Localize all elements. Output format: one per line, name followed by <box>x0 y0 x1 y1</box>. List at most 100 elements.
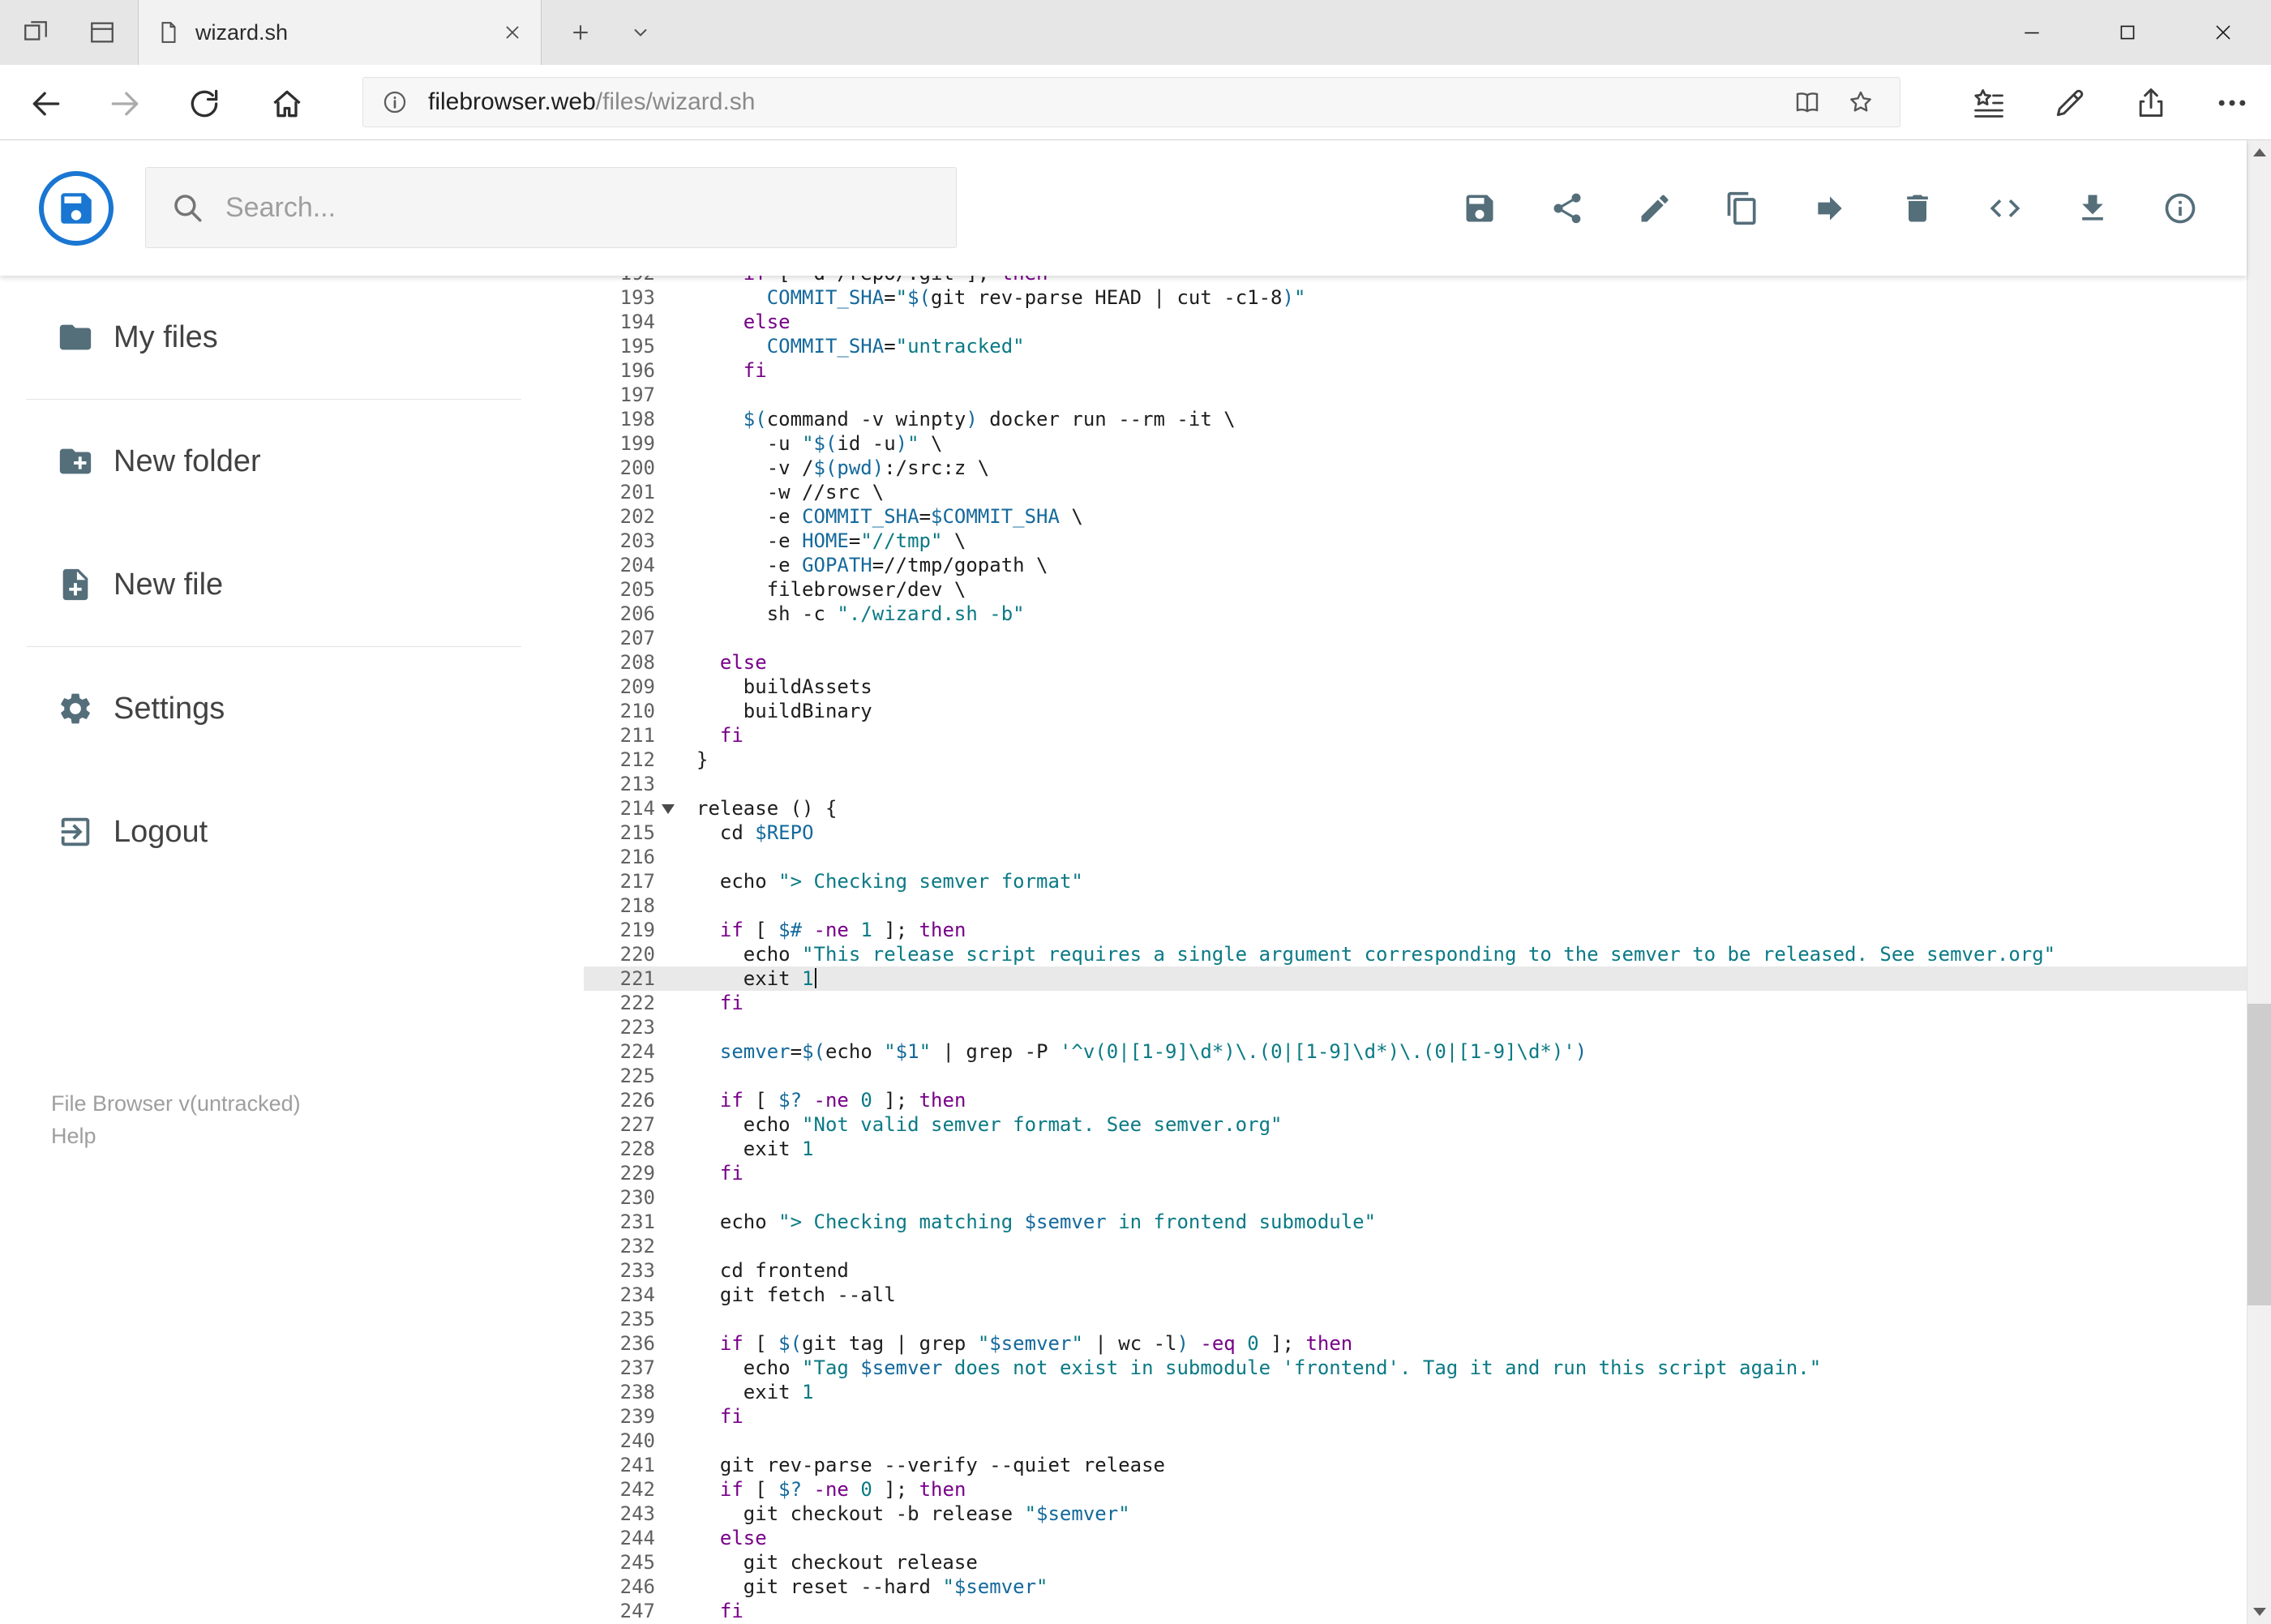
code-line-192[interactable]: 192 if [ -d /repo/.git ]; then <box>584 276 2247 285</box>
code-line-240[interactable]: 240 <box>584 1429 2247 1453</box>
site-info-icon[interactable] <box>381 88 409 116</box>
edit-button[interactable] <box>1637 191 1673 226</box>
code-line-217[interactable]: 217 echo "> Checking semver format" <box>584 869 2247 893</box>
code-line-214[interactable]: 214 release () { <box>584 796 2247 821</box>
code-line-213[interactable]: 213 <box>584 772 2247 796</box>
code-line-229[interactable]: 229 fi <box>584 1161 2247 1185</box>
help-link[interactable]: Help <box>51 1121 301 1151</box>
code-line-242[interactable]: 242 if [ $? -ne 0 ]; then <box>584 1477 2247 1502</box>
favorite-star-icon[interactable] <box>1846 88 1875 117</box>
code-line-200[interactable]: 200 -v /$(pwd):/src:z \ <box>584 456 2247 480</box>
code-line-205[interactable]: 205 filebrowser/dev \ <box>584 577 2247 602</box>
scrollbar-thumb[interactable] <box>2247 1004 2271 1305</box>
new-tab-button[interactable] <box>555 0 606 65</box>
copy-button[interactable] <box>1725 191 1760 226</box>
share-button[interactable] <box>1549 191 1585 226</box>
code-line-234[interactable]: 234 git fetch --all <box>584 1283 2247 1307</box>
code-line-210[interactable]: 210 buildBinary <box>584 699 2247 723</box>
forward-icon[interactable] <box>107 86 143 122</box>
code-line-219[interactable]: 219 if [ $# -ne 1 ]; then <box>584 918 2247 942</box>
search-input[interactable] <box>225 191 956 224</box>
home-icon[interactable] <box>269 86 305 122</box>
scroll-up-icon[interactable] <box>2247 140 2271 165</box>
code-line-202[interactable]: 202 -e COMMIT_SHA=$COMMIT_SHA \ <box>584 504 2247 529</box>
filebrowser-logo[interactable] <box>39 171 114 246</box>
code-line-227[interactable]: 227 echo "Not valid semver format. See s… <box>584 1112 2247 1137</box>
code-line-218[interactable]: 218 <box>584 893 2247 918</box>
code-line-225[interactable]: 225 <box>584 1064 2247 1088</box>
scroll-down-icon[interactable] <box>2247 1600 2271 1624</box>
code-line-201[interactable]: 201 -w //src \ <box>584 480 2247 504</box>
tab-list-chevron-icon[interactable] <box>616 0 665 65</box>
sidebar-item-settings[interactable]: Settings <box>0 647 580 770</box>
vertical-scrollbar[interactable] <box>2247 140 2271 1624</box>
code-line-241[interactable]: 241 git rev-parse --verify --quiet relea… <box>584 1453 2247 1477</box>
code-line-238[interactable]: 238 exit 1 <box>584 1380 2247 1404</box>
hub-favorites-icon[interactable] <box>1971 85 2007 121</box>
code-line-244[interactable]: 244 else <box>584 1526 2247 1550</box>
fold-marker-icon[interactable] <box>662 804 675 814</box>
browser-tab[interactable]: wizard.sh <box>138 0 542 65</box>
sidebar-item-new-file[interactable]: New file <box>0 523 580 646</box>
reading-view-icon[interactable] <box>1793 88 1822 117</box>
web-notes-pen-icon[interactable] <box>2052 85 2088 121</box>
code-line-247[interactable]: 247 fi <box>584 1599 2247 1623</box>
code-button[interactable] <box>1987 191 2023 226</box>
code-line-232[interactable]: 232 <box>584 1234 2247 1258</box>
code-editor[interactable]: 192 if [ -d /repo/.git ]; then193 COMMIT… <box>584 276 2247 1624</box>
tabs-set-aside-icon[interactable] <box>15 11 57 54</box>
refresh-icon[interactable] <box>186 86 222 122</box>
code-line-216[interactable]: 216 <box>584 845 2247 869</box>
code-line-226[interactable]: 226 if [ $? -ne 0 ]; then <box>584 1088 2247 1112</box>
code-line-209[interactable]: 209 buildAssets <box>584 675 2247 699</box>
code-line-228[interactable]: 228 exit 1 <box>584 1137 2247 1161</box>
more-menu-icon[interactable] <box>2214 85 2250 121</box>
code-line-212[interactable]: 212} <box>584 748 2247 772</box>
code-line-222[interactable]: 222 fi <box>584 991 2247 1015</box>
code-line-221[interactable]: 221 exit 1 <box>584 966 2247 991</box>
code-line-231[interactable]: 231 echo "> Checking matching $semver in… <box>584 1210 2247 1234</box>
download-button[interactable] <box>2075 191 2110 226</box>
close-button[interactable] <box>2175 0 2271 65</box>
code-line-243[interactable]: 243 git checkout -b release "$semver" <box>584 1502 2247 1526</box>
code-line-198[interactable]: 198 $(command -v winpty) docker run --rm… <box>584 407 2247 431</box>
tabs-preview-icon[interactable] <box>81 11 123 54</box>
code-line-206[interactable]: 206 sh -c "./wizard.sh -b" <box>584 602 2247 626</box>
code-line-199[interactable]: 199 -u "$(id -u)" \ <box>584 431 2247 456</box>
code-line-233[interactable]: 233 cd frontend <box>584 1258 2247 1283</box>
code-line-235[interactable]: 235 <box>584 1307 2247 1331</box>
tab-close-icon[interactable] <box>502 22 523 43</box>
delete-button[interactable] <box>1900 191 1935 226</box>
info-button[interactable] <box>2162 191 2198 226</box>
code-line-223[interactable]: 223 <box>584 1015 2247 1039</box>
code-line-204[interactable]: 204 -e GOPATH=//tmp/gopath \ <box>584 553 2247 577</box>
code-line-224[interactable]: 224 semver=$(echo "$1" | grep -P '^v(0|[… <box>584 1039 2247 1064</box>
code-line-236[interactable]: 236 if [ $(git tag | grep "$semver" | wc… <box>584 1331 2247 1356</box>
save-button[interactable] <box>1462 191 1498 226</box>
share-icon[interactable] <box>2133 85 2169 121</box>
search-box[interactable] <box>145 167 957 248</box>
code-line-195[interactable]: 195 COMMIT_SHA="untracked" <box>584 334 2247 358</box>
maximize-button[interactable] <box>2080 0 2175 65</box>
code-line-211[interactable]: 211 fi <box>584 723 2247 748</box>
code-line-246[interactable]: 246 git reset --hard "$semver" <box>584 1575 2247 1599</box>
code-line-203[interactable]: 203 -e HOME="//tmp" \ <box>584 529 2247 553</box>
back-icon[interactable] <box>28 86 64 122</box>
code-line-193[interactable]: 193 COMMIT_SHA="$(git rev-parse HEAD | c… <box>584 285 2247 310</box>
sidebar-item-logout[interactable]: Logout <box>0 770 580 893</box>
code-line-207[interactable]: 207 <box>584 626 2247 650</box>
code-line-220[interactable]: 220 echo "This release script requires a… <box>584 942 2247 966</box>
code-line-215[interactable]: 215 cd $REPO <box>584 821 2247 845</box>
code-line-237[interactable]: 237 echo "Tag $semver does not exist in … <box>584 1356 2247 1380</box>
address-bar[interactable]: filebrowser.web/files/wizard.sh <box>362 77 1900 127</box>
code-line-245[interactable]: 245 git checkout release <box>584 1550 2247 1575</box>
move-button[interactable] <box>1812 191 1848 226</box>
sidebar-item-new-folder[interactable]: New folder <box>0 400 580 523</box>
code-line-194[interactable]: 194 else <box>584 310 2247 334</box>
code-line-208[interactable]: 208 else <box>584 650 2247 675</box>
minimize-button[interactable] <box>1984 0 2080 65</box>
code-line-239[interactable]: 239 fi <box>584 1404 2247 1429</box>
code-line-197[interactable]: 197 <box>584 383 2247 407</box>
code-line-196[interactable]: 196 fi <box>584 358 2247 383</box>
sidebar-item-my-files[interactable]: My files <box>0 276 580 399</box>
